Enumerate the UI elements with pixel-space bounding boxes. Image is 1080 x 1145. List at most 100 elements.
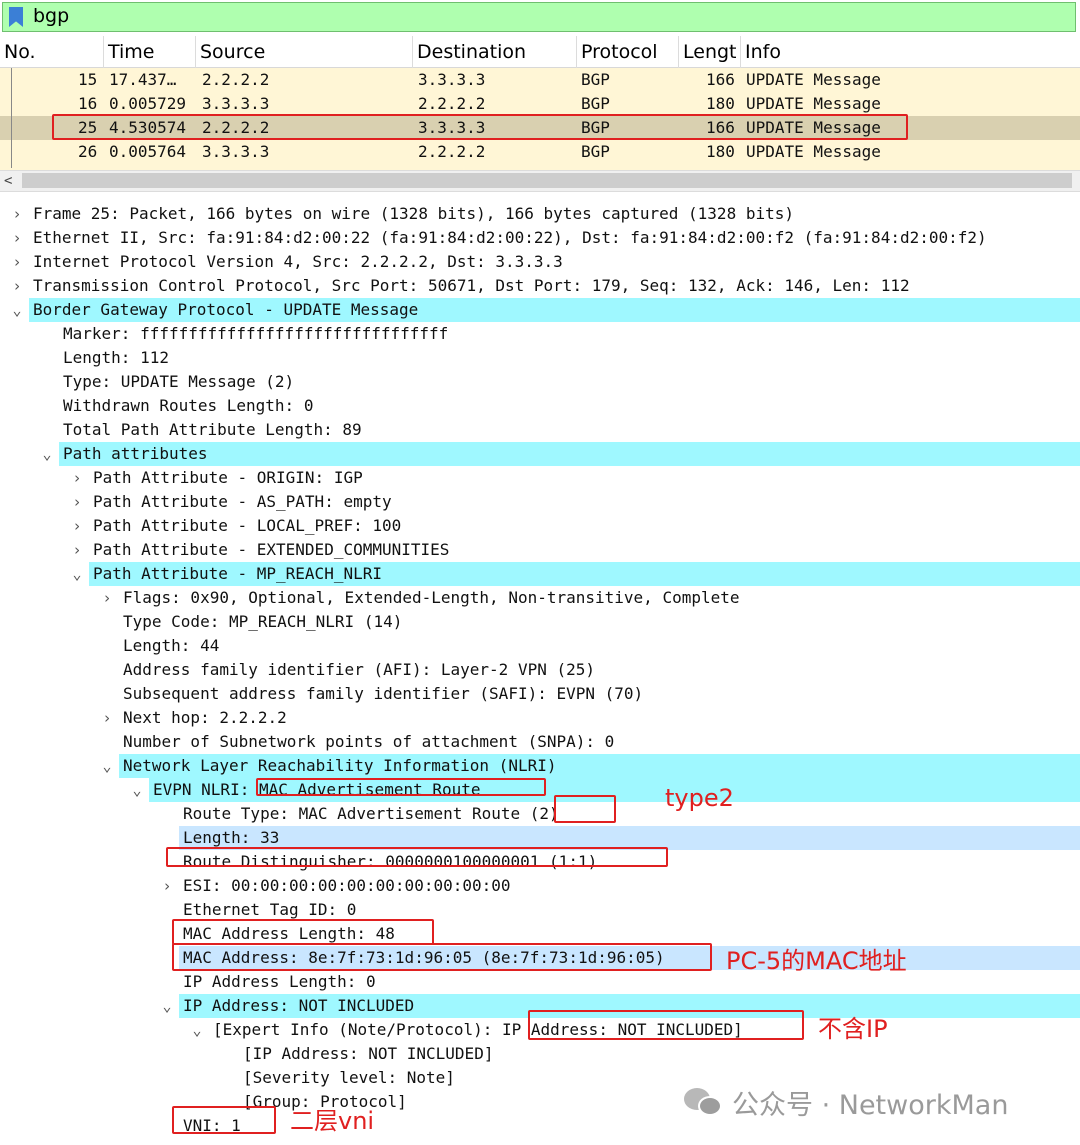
tree-path-attributes[interactable]: ⌄ Path attributes <box>42 442 1080 466</box>
tree-item-text: Number of Subnetwork points of attachmen… <box>123 732 615 751</box>
tree-item[interactable]: Total Path Attribute Length: 89 <box>0 418 1080 442</box>
tree-item[interactable]: Withdrawn Routes Length: 0 <box>0 394 1080 418</box>
tree-item[interactable]: › Path Attribute - LOCAL_PREF: 100 <box>0 514 1080 538</box>
tree-item-text: Frame 25: Packet, 166 bytes on wire (132… <box>33 204 794 223</box>
column-header-time[interactable]: Time <box>103 36 195 68</box>
tree-item[interactable]: Type Code: MP_REACH_NLRI (14) <box>0 610 1080 634</box>
selected-packet-highlight <box>52 114 908 140</box>
tree-item-text: IP Address Length: 0 <box>183 972 376 991</box>
chevron-down-icon[interactable]: ⌄ <box>159 994 175 1018</box>
display-filter-input[interactable]: bgp <box>2 2 1076 32</box>
tree-ipv4[interactable]: › Internet Protocol Version 4, Src: 2.2.2… <box>0 250 1080 274</box>
tree-frame[interactable]: › Frame 25: Packet, 166 bytes on wire (13… <box>0 202 1080 226</box>
tree-item[interactable]: Number of Subnetwork points of attachmen… <box>0 730 1080 754</box>
route-distinguisher-highlight <box>166 847 668 867</box>
chevron-right-icon[interactable]: › <box>9 250 25 274</box>
tree-item-text: ESI: 00:00:00:00:00:00:00:00:00:00 <box>183 876 511 895</box>
chevron-down-icon[interactable]: ⌄ <box>129 778 145 802</box>
column-header-info[interactable]: Info <box>740 36 1080 68</box>
packet-length: 180 <box>706 142 735 161</box>
packet-destination: 3.3.3.3 <box>418 70 486 89</box>
column-header-protocol[interactable]: Protocol <box>576 36 678 68</box>
tree-item-text: Length: 44 <box>123 636 220 655</box>
tree-item[interactable]: › Flags: 0x90, Optional, Extended-Length,… <box>0 586 1080 610</box>
packet-time: 0.005764 <box>109 142 187 161</box>
packet-no: 26 <box>78 142 98 161</box>
chevron-down-icon[interactable]: ⌄ <box>39 442 55 466</box>
tree-item-text: Path Attribute - AS_PATH: empty <box>93 492 392 511</box>
tree-bgp[interactable]: ⌄ Border Gateway Protocol - UPDATE Messag… <box>12 298 1080 322</box>
column-header-length[interactable]: Lengt <box>678 36 740 68</box>
tree-item[interactable]: › Path Attribute - EXTENDED_COMMUNITIES <box>0 538 1080 562</box>
tree-item[interactable]: IP Address Length: 0 <box>0 970 1080 994</box>
tree-item-text: [Severity level: Note] <box>243 1068 455 1087</box>
display-filter-bar: bgp <box>0 0 1080 34</box>
column-header-no[interactable]: No. <box>0 36 103 68</box>
chevron-right-icon[interactable]: › <box>99 706 115 730</box>
chevron-down-icon[interactable]: ⌄ <box>189 1018 205 1042</box>
tree-tcp[interactable]: › Transmission Control Protocol, Src Port… <box>0 274 1080 298</box>
mac-address-highlight <box>172 943 712 971</box>
packet-source: 2.2.2.2 <box>202 70 270 89</box>
packet-row[interactable]: 16 0.005729 3.3.3.3 2.2.2.2 BGP 180 UPDA… <box>0 92 1080 116</box>
column-header-destination[interactable]: Destination <box>412 36 576 68</box>
annotation-l2vni: 二层vni <box>290 1107 375 1135</box>
chevron-right-icon[interactable]: › <box>9 226 25 250</box>
tree-item[interactable]: Marker: ffffffffffffffffffffffffffffffff <box>0 322 1080 346</box>
packet-no: 16 <box>78 94 98 113</box>
scrollbar-thumb[interactable] <box>22 173 1072 188</box>
chevron-down-icon[interactable]: ⌄ <box>9 298 25 322</box>
packet-list-header: No. Time Source Destination Protocol Len… <box>0 36 1080 68</box>
tree-item-text: Ethernet II, Src: fa:91:84:d2:00:22 (fa:… <box>33 228 987 247</box>
mac-length-highlight <box>172 919 434 945</box>
packet-protocol: BGP <box>581 70 610 89</box>
annotation-no-ip: 不含IP <box>818 1015 888 1043</box>
packet-length: 166 <box>706 70 735 89</box>
chevron-right-icon[interactable]: › <box>69 490 85 514</box>
tree-route-type[interactable]: Route Type: MAC Advertisement Route (2) <box>0 802 1080 826</box>
tree-item[interactable]: › Path Attribute - AS_PATH: empty <box>0 490 1080 514</box>
chevron-right-icon[interactable]: › <box>69 514 85 538</box>
chevron-down-icon[interactable]: ⌄ <box>99 754 115 778</box>
tree-item-text: Withdrawn Routes Length: 0 <box>63 396 314 415</box>
chevron-right-icon[interactable]: › <box>99 586 115 610</box>
tree-item-text: Path Attribute - LOCAL_PREF: 100 <box>93 516 402 535</box>
tree-item[interactable]: › ESI: 00:00:00:00:00:00:00:00:00:00 <box>0 874 1080 898</box>
tree-item[interactable]: Ethernet Tag ID: 0 <box>0 898 1080 922</box>
chevron-right-icon[interactable]: › <box>69 538 85 562</box>
evpn-nlri-highlight <box>256 778 546 796</box>
tree-item-text: Path Attribute - MP_REACH_NLRI <box>93 564 382 583</box>
tree-item[interactable]: Type: UPDATE Message (2) <box>0 370 1080 394</box>
tree-item[interactable]: Length: 112 <box>0 346 1080 370</box>
tree-item[interactable]: › Next hop: 2.2.2.2 <box>0 706 1080 730</box>
chevron-right-icon[interactable]: › <box>9 274 25 298</box>
packet-row[interactable]: 15 17.437… 2.2.2.2 3.3.3.3 BGP 166 UPDAT… <box>0 68 1080 92</box>
chevron-right-icon[interactable]: › <box>159 874 175 898</box>
tree-item-text: Flags: 0x90, Optional, Extended-Length, … <box>123 588 740 607</box>
column-header-source[interactable]: Source <box>195 36 412 68</box>
tree-nlri[interactable]: ⌄ Network Layer Reachability Information … <box>102 754 1080 778</box>
chevron-right-icon[interactable]: › <box>69 466 85 490</box>
tree-item[interactable]: Address family identifier (AFI): Layer-2… <box>0 658 1080 682</box>
packet-source: 3.3.3.3 <box>202 142 270 161</box>
tree-item[interactable]: [IP Address: NOT INCLUDED] <box>0 1042 1080 1066</box>
tree-item-text: IP Address: NOT INCLUDED <box>183 996 415 1015</box>
annotation-mac: PC-5的MAC地址 <box>726 947 907 975</box>
tree-item-text: Type Code: MP_REACH_NLRI (14) <box>123 612 403 631</box>
packet-protocol: BGP <box>581 94 610 113</box>
tree-item[interactable]: Subsequent address family identifier (SA… <box>0 682 1080 706</box>
scroll-left-icon[interactable]: < <box>4 173 12 189</box>
tree-mp-reach-nlri[interactable]: ⌄ Path Attribute - MP_REACH_NLRI <box>72 562 1080 586</box>
tree-item-text: Marker: ffffffffffffffffffffffffffffffff <box>63 324 449 343</box>
conversation-line <box>11 68 12 168</box>
packet-info: UPDATE Message <box>746 142 881 161</box>
bookmark-icon[interactable] <box>9 7 23 27</box>
packet-row[interactable]: 26 0.005764 3.3.3.3 2.2.2.2 BGP 180 UPDA… <box>0 140 1080 164</box>
tree-item-text: Total Path Attribute Length: 89 <box>63 420 362 439</box>
tree-item[interactable]: › Path Attribute - ORIGIN: IGP <box>0 466 1080 490</box>
chevron-right-icon[interactable]: › <box>9 202 25 226</box>
packet-list-scrollbar[interactable]: < <box>0 170 1080 192</box>
chevron-down-icon[interactable]: ⌄ <box>69 562 85 586</box>
tree-ethernet[interactable]: › Ethernet II, Src: fa:91:84:d2:00:22 (fa… <box>0 226 1080 250</box>
tree-item[interactable]: Length: 44 <box>0 634 1080 658</box>
